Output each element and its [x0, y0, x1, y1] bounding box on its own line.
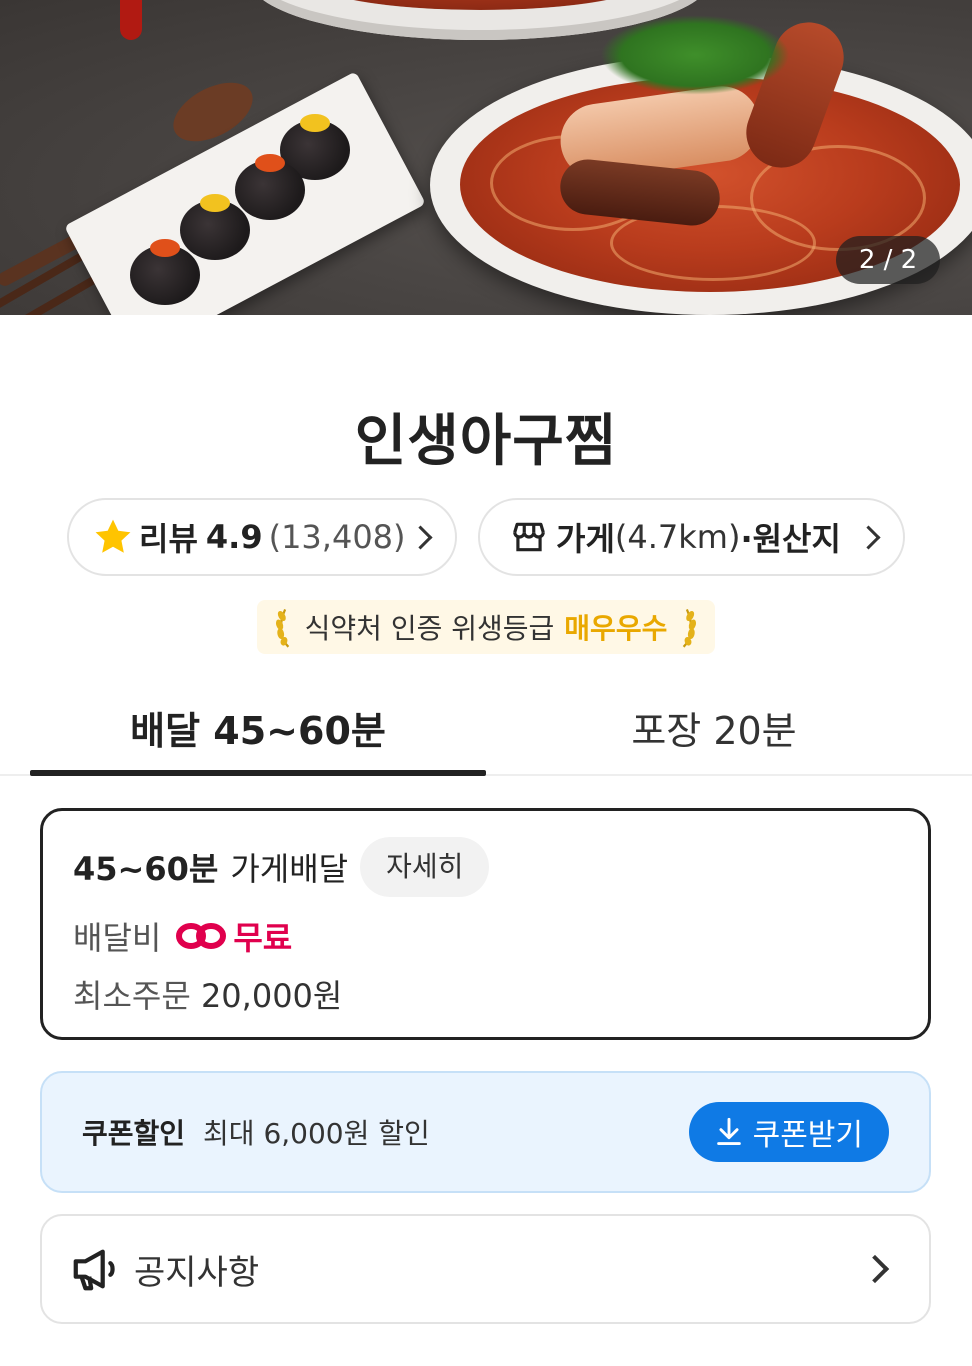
coupon-banner: 쿠폰할인 최대 6,000원 할인 쿠폰받기	[40, 1071, 931, 1193]
review-label: 리뷰	[139, 520, 198, 558]
delivery-fee-row: 배달비 무료	[73, 913, 292, 959]
download-icon	[716, 1117, 741, 1145]
chevron-right-icon	[860, 1254, 890, 1284]
min-order-row: 최소주문 20,000원	[73, 971, 342, 1017]
review-count: (13,408)	[268, 518, 406, 556]
chevron-right-icon	[408, 524, 433, 550]
delivery-type: 가게배달	[230, 850, 349, 888]
chevron-right-icon	[856, 524, 881, 550]
hygiene-grade-badge[interactable]: 식약처 인증 위생등급 매우우수	[257, 600, 715, 654]
free-delivery-logo-icon	[176, 923, 227, 949]
store-info-chip[interactable]: 가게 (4.7km) ·원산지	[478, 498, 905, 576]
review-chip[interactable]: 리뷰 4.9 (13,408)	[67, 498, 457, 576]
get-coupon-button[interactable]: 쿠폰받기	[688, 1102, 889, 1162]
notice-row[interactable]: 공지사항	[40, 1214, 931, 1324]
star-icon	[95, 519, 131, 553]
delivery-fee-label: 배달비	[73, 919, 162, 957]
tab-active-indicator	[30, 770, 486, 776]
tab-delivery[interactable]: 배달 45~60분	[30, 700, 486, 755]
riceball	[180, 194, 250, 260]
min-order-label: 최소주문	[73, 977, 191, 1015]
notice-label: 공지사항	[134, 1252, 260, 1293]
coupon-description: 최대 6,000원 할인	[203, 1117, 430, 1150]
image-page-indicator: 2 / 2	[836, 236, 940, 284]
get-coupon-label: 쿠폰받기	[752, 1118, 863, 1153]
herb-garnish	[600, 15, 790, 95]
pepper-decoration	[120, 0, 142, 40]
store-name: 인생아구찜	[354, 409, 618, 474]
store-hero-image[interactable]: 2 / 2	[0, 0, 972, 315]
delivery-time: 45~60분	[73, 850, 219, 888]
delivery-info-card: 45~60분 가게배달 자세히 배달비 무료 최소주문 20,000원	[40, 808, 931, 1040]
store-label: 가게	[556, 520, 615, 558]
review-rating: 4.9	[205, 518, 263, 556]
laurel-left-icon	[275, 608, 289, 648]
hygiene-grade: 매우우수	[564, 612, 668, 645]
riceball	[235, 154, 305, 220]
store-distance: (4.7km)	[614, 518, 741, 556]
store-icon	[513, 522, 545, 552]
hygiene-text: 식약처 인증 위생등급	[304, 612, 555, 645]
megaphone-icon	[73, 1249, 115, 1291]
delivery-fee-value: 무료	[233, 919, 293, 957]
riceball	[130, 239, 200, 305]
min-order-value: 20,000원	[200, 977, 343, 1015]
origin-label: ·원산지	[740, 520, 841, 558]
tab-pickup[interactable]: 포장 20분	[486, 700, 942, 755]
delivery-time-row: 45~60분 가게배달 자세히	[73, 837, 490, 897]
coupon-title: 쿠폰할인	[82, 1117, 186, 1150]
detail-button[interactable]: 자세히	[360, 837, 490, 897]
laurel-right-icon	[683, 608, 697, 648]
